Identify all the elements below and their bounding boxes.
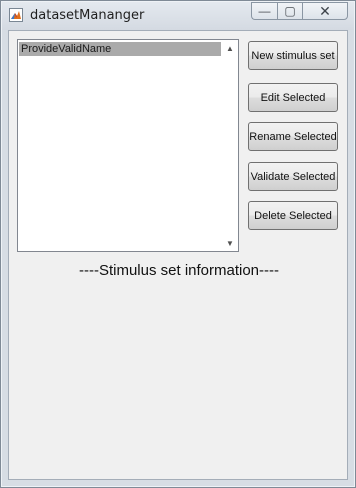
stimulus-set-info-label: ----Stimulus set information---- [78,262,280,279]
matlab-icon [9,8,23,22]
application-window: datasetMananger — ▢ ✕ ProvideValidName ▲… [0,0,356,488]
validate-selected-button[interactable]: Validate Selected [248,162,338,191]
maximize-button[interactable]: ▢ [277,2,302,20]
scroll-down-icon[interactable]: ▼ [222,235,238,251]
minimize-button[interactable]: — [251,2,277,20]
close-button[interactable]: ✕ [302,2,348,20]
edit-selected-button[interactable]: Edit Selected [248,83,338,112]
window-controls: — ▢ ✕ [251,2,348,21]
new-stimulus-set-button[interactable]: New stimulus set [248,41,338,70]
figure-panel: ProvideValidName ▲ ▼ New stimulus set Ed… [8,30,348,480]
list-item-selected[interactable]: ProvideValidName [19,42,221,56]
close-icon: ✕ [319,3,331,19]
scroll-up-icon[interactable]: ▲ [222,40,238,56]
minimize-icon: — [258,4,271,18]
window-title: datasetMananger [30,8,145,23]
maximize-icon: ▢ [284,4,296,18]
listbox-scrollbar[interactable]: ▲ ▼ [222,40,238,251]
title-bar[interactable]: datasetMananger — ▢ ✕ [2,2,354,30]
stimulus-set-listbox[interactable]: ProvideValidName ▲ ▼ [17,39,239,252]
delete-selected-button[interactable]: Delete Selected [248,201,338,230]
rename-selected-button[interactable]: Rename Selected [248,122,338,151]
